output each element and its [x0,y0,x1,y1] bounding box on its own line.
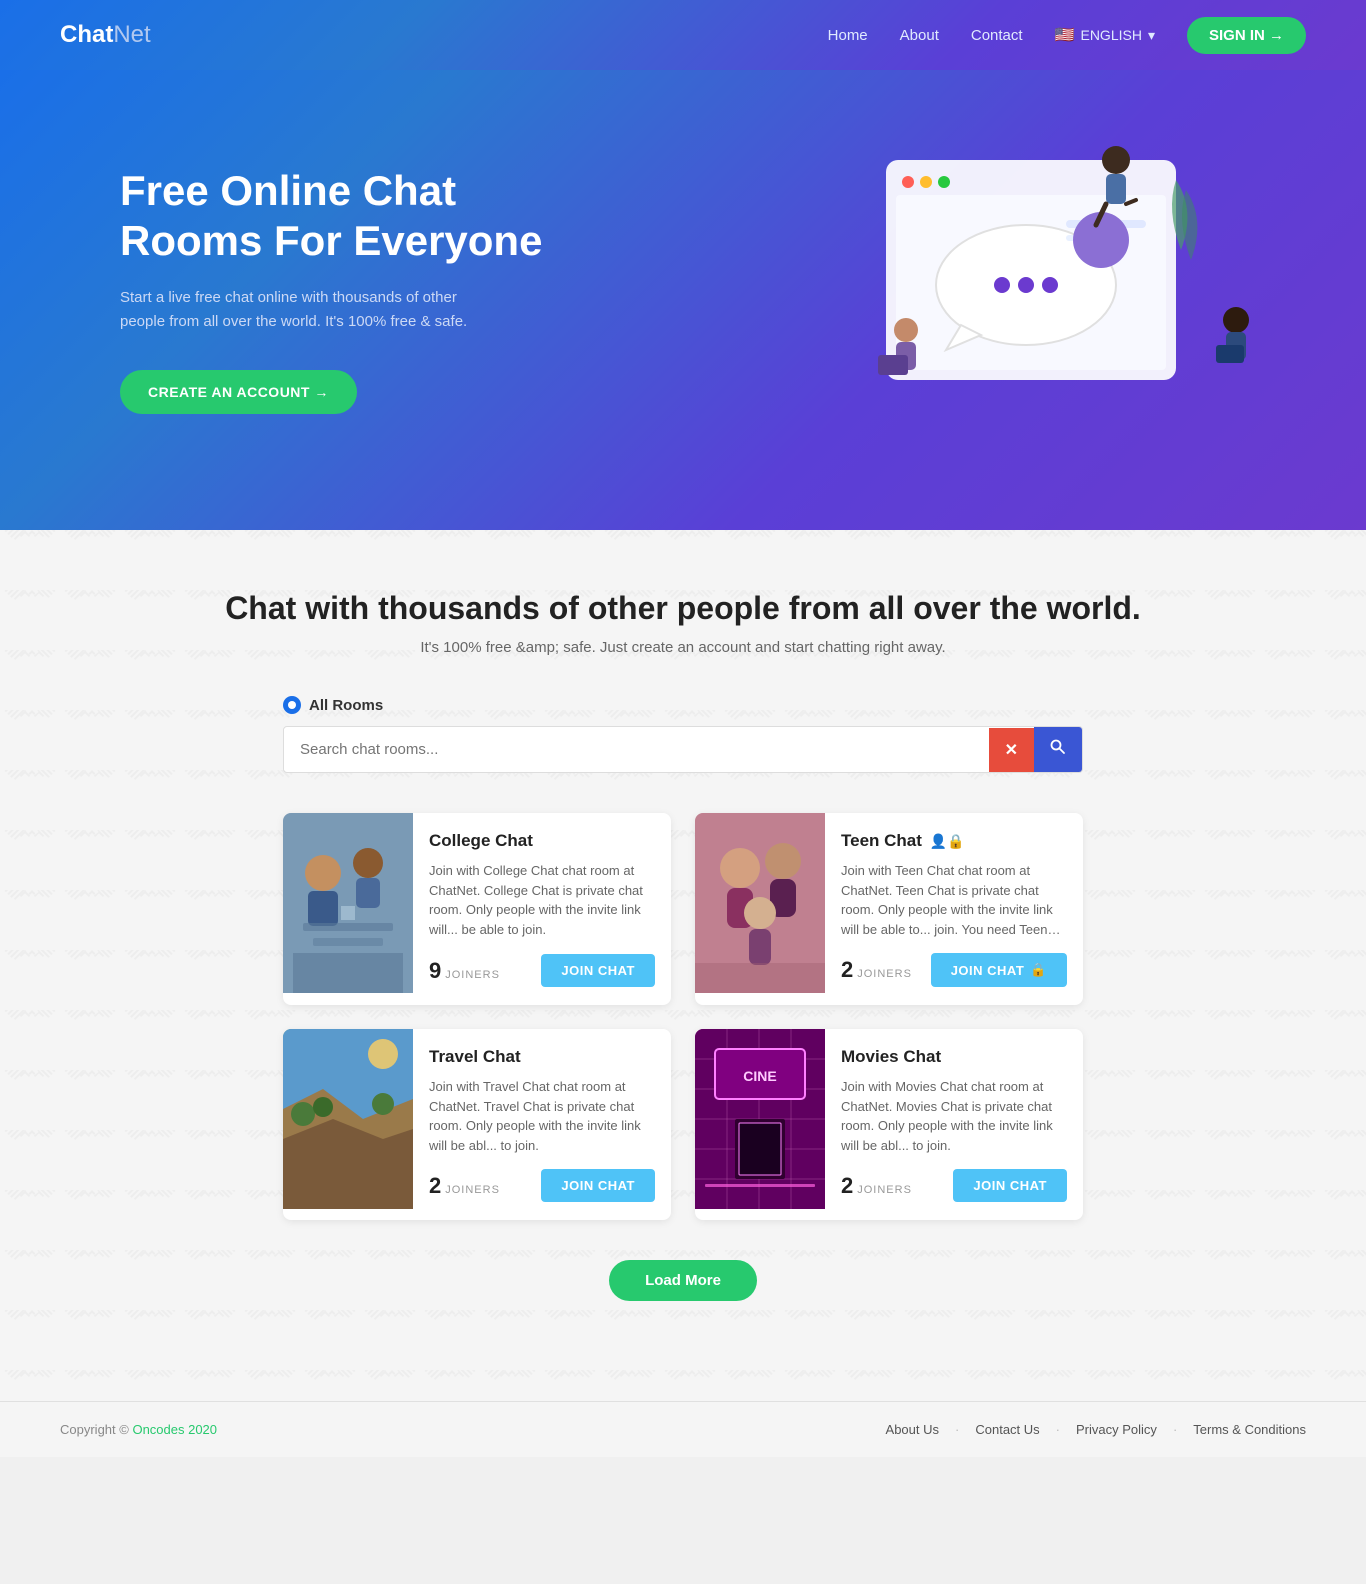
language-selector[interactable]: 🇺🇸 ENGLISH ▾ [1055,25,1155,45]
all-rooms-icon [283,696,301,714]
card-movies-body: Movies Chat Join with Movies Chat chat r… [825,1029,1083,1220]
footer-brand-link[interactable]: Oncodes 2020 [132,1422,217,1437]
card-college-join-button[interactable]: JOIN CHAT [541,954,655,987]
card-teen-footer: 2 JOINERS JOIN CHAT 🔒 [841,953,1067,987]
footer: Copyright © Oncodes 2020 About Us · Cont… [0,1401,1366,1457]
search-clear-button[interactable]: ✕ [989,728,1034,772]
card-college-footer: 9 JOINERS JOIN CHAT [429,954,655,987]
search-section: All Rooms ✕ [283,696,1083,773]
card-teen-image [695,813,825,993]
header: Chat Net Home About Contact 🇺🇸 ENGLISH ▾… [0,0,1366,70]
search-go-button[interactable] [1034,727,1082,772]
hero-content: Free Online Chat Rooms For Everyone Star… [120,166,580,415]
svg-text:CINE: CINE [743,1068,776,1084]
card-movies-title: Movies Chat [841,1047,1067,1067]
all-rooms-text: All Rooms [309,697,383,714]
nav-home[interactable]: Home [828,27,868,44]
logo-net: Net [113,21,150,49]
card-college-body: College Chat Join with College Chat chat… [413,813,671,1005]
hero-subtitle: Start a live free chat online with thous… [120,286,500,334]
nav-about[interactable]: About [900,27,939,44]
language-label: ENGLISH [1080,27,1141,43]
main-nav: Home About Contact 🇺🇸 ENGLISH ▾ SIGN IN … [828,17,1306,54]
card-movies-joiners: 2 JOINERS [841,1173,912,1199]
footer-privacy-link[interactable]: Privacy Policy [1076,1422,1157,1437]
card-college-title: College Chat [429,831,655,851]
card-travel-joiners: 2 JOINERS [429,1173,500,1199]
private-icon: 👤🔒 [930,833,965,850]
section-subtitle: It's 100% free &amp; safe. Just create a… [120,639,1246,656]
card-movies-desc: Join with Movies Chat chat room at ChatN… [841,1077,1067,1155]
create-account-button[interactable]: CREATE AN ACCOUNT → [120,370,357,414]
card-teen-join-button[interactable]: JOIN CHAT 🔒 [931,953,1067,987]
load-more-button[interactable]: Load More [609,1260,757,1301]
card-teen-body: Teen Chat 👤🔒 Join with Teen Chat chat ro… [825,813,1083,1005]
card-college-image [283,813,413,993]
cards-grid: College Chat Join with College Chat chat… [283,813,1083,1220]
card-movies-join-button[interactable]: JOIN CHAT [953,1169,1067,1202]
search-input[interactable] [284,729,989,770]
main-content: Chat with thousands of other people from… [0,530,1366,1401]
card-travel-body: Travel Chat Join with Travel Chat chat r… [413,1029,671,1220]
logo-chat: Chat [60,21,113,49]
load-more-section: Load More [120,1260,1246,1301]
card-college-joiners: 9 JOINERS [429,958,500,984]
card-college: College Chat Join with College Chat chat… [283,813,671,1005]
lock-icon: 🔒 [1030,962,1047,978]
logo: Chat Net [60,21,151,49]
nav-contact[interactable]: Contact [971,27,1023,44]
card-travel-title: Travel Chat [429,1047,655,1067]
card-travel-join-button[interactable]: JOIN CHAT [541,1169,655,1202]
footer-terms-link[interactable]: Terms & Conditions [1193,1422,1306,1437]
footer-copyright: Copyright © Oncodes 2020 [60,1422,217,1437]
hero-title: Free Online Chat Rooms For Everyone [120,166,580,267]
flag-icon: 🇺🇸 [1055,25,1075,45]
card-teen: Teen Chat 👤🔒 Join with Teen Chat chat ro… [695,813,1083,1005]
card-movies-footer: 2 JOINERS JOIN CHAT [841,1169,1067,1202]
card-college-desc: Join with College Chat chat room at Chat… [429,861,655,940]
hero-illustration [806,130,1306,450]
search-bar: ✕ [283,726,1083,773]
card-movies-image: CINE [695,1029,825,1209]
hero-section: Free Online Chat Rooms For Everyone Star… [0,70,1366,530]
card-travel-desc: Join with Travel Chat chat room at ChatN… [429,1077,655,1155]
sign-in-button[interactable]: SIGN IN → [1187,17,1306,54]
card-travel-image [283,1029,413,1209]
card-movies: CINE Movies Chat Join with Movies Chat c… [695,1029,1083,1220]
card-teen-joiners: 2 JOINERS [841,957,912,983]
footer-links: About Us · Contact Us · Privacy Policy ·… [886,1422,1306,1437]
card-teen-title: Teen Chat 👤🔒 [841,831,1067,851]
card-travel: Travel Chat Join with Travel Chat chat r… [283,1029,671,1220]
footer-about-link[interactable]: About Us [886,1422,939,1437]
card-teen-desc: Join with Teen Chat chat room at ChatNet… [841,861,1067,939]
section-title: Chat with thousands of other people from… [120,590,1246,627]
all-rooms-label: All Rooms [283,696,1083,714]
footer-contact-link[interactable]: Contact Us [975,1422,1039,1437]
card-travel-footer: 2 JOINERS JOIN CHAT [429,1169,655,1202]
chevron-down-icon: ▾ [1148,27,1155,44]
